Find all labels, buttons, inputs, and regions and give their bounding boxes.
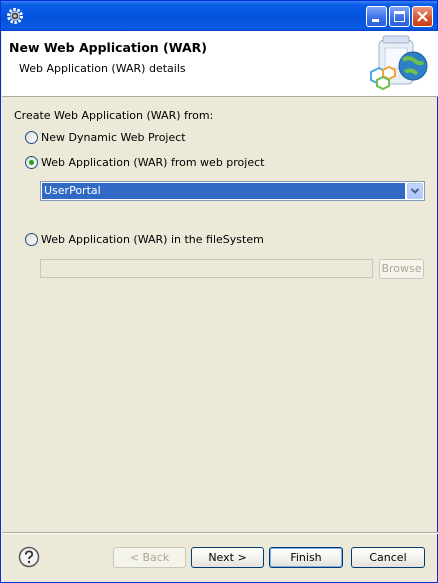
combo-dropdown-button[interactable]: [407, 183, 423, 199]
wizard-window: New Web Application (WAR) Web Applicatio…: [0, 0, 438, 583]
wizard-header: New Web Application (WAR) Web Applicatio…: [2, 31, 438, 97]
back-button[interactable]: < Back: [113, 547, 186, 568]
radio-label: Web Application (WAR) from web project: [41, 156, 265, 169]
eclipse-gear-icon: [7, 8, 23, 24]
cancel-button[interactable]: Cancel: [351, 547, 425, 568]
radio-war-from-web-project[interactable]: Web Application (WAR) from web project: [25, 156, 264, 169]
web-project-combo[interactable]: UserPortal: [40, 181, 425, 201]
maximize-icon: [394, 11, 405, 22]
radio-war-in-filesystem[interactable]: Web Application (WAR) in the fileSystem: [25, 233, 264, 246]
page-description: Web Application (WAR) details: [19, 62, 186, 75]
radio-new-dynamic-web-project[interactable]: New Dynamic Web Project: [25, 131, 186, 144]
next-button[interactable]: Next >: [191, 547, 264, 568]
source-group-label: Create Web Application (WAR) from:: [14, 109, 214, 122]
war-file-path-field[interactable]: [40, 259, 373, 278]
footer-separator: [2, 532, 438, 534]
finish-button[interactable]: Finish: [269, 547, 343, 568]
close-button[interactable]: [412, 6, 433, 27]
radio-button[interactable]: [25, 156, 38, 169]
radio-label: New Dynamic Web Project: [41, 131, 186, 144]
title-bar[interactable]: [1, 1, 437, 31]
web-application-banner-icon: [370, 35, 428, 91]
page-title: New Web Application (WAR): [9, 40, 207, 55]
help-icon[interactable]: [18, 546, 40, 568]
combo-selected-value: UserPortal: [42, 183, 405, 199]
radio-button[interactable]: [25, 131, 38, 144]
minimize-icon: [372, 19, 379, 22]
browse-button[interactable]: Browse: [379, 259, 424, 279]
close-icon: [417, 11, 428, 22]
maximize-button[interactable]: [389, 6, 410, 27]
radio-button[interactable]: [25, 233, 38, 246]
minimize-button[interactable]: [366, 6, 387, 27]
radio-label: Web Application (WAR) in the fileSystem: [41, 233, 264, 246]
chevron-down-icon: [410, 188, 420, 194]
